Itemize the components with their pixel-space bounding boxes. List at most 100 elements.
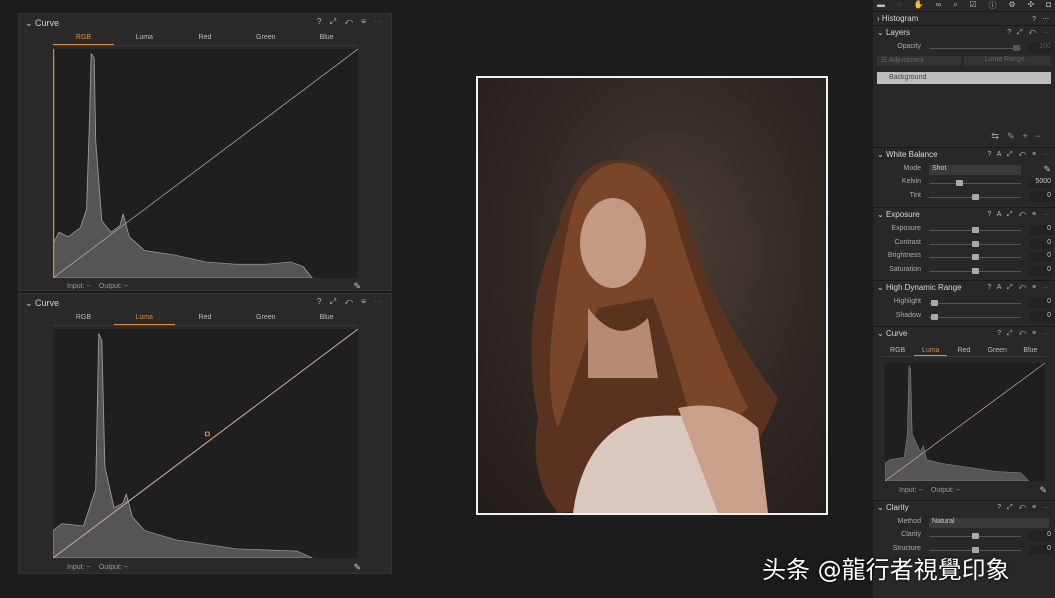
panel-title[interactable]: ⌄ Curve xyxy=(25,18,59,29)
value-field[interactable]: 0 xyxy=(1029,191,1053,202)
tab-luma[interactable]: Luma xyxy=(114,34,175,45)
value-field[interactable]: 0 xyxy=(1029,531,1053,541)
slider-track[interactable] xyxy=(929,240,1021,247)
opacity-slider[interactable]: Opacity 100 xyxy=(873,42,1055,54)
slider-handle[interactable] xyxy=(930,300,938,306)
section-icons[interactable]: ? ⋯ xyxy=(1032,15,1051,23)
slider-track[interactable] xyxy=(929,533,1021,539)
tab-luma[interactable]: Luma xyxy=(914,347,948,356)
input-output-readout: Input: -- Output: -- xyxy=(899,487,961,494)
adjustment-select[interactable]: ☰ Adjustment xyxy=(877,56,961,66)
check-icon[interactable]: ☑ xyxy=(969,0,976,10)
section-icons[interactable]: ? A ⤢ ↶ ≡ ⋯ xyxy=(987,211,1051,219)
slider-handle[interactable] xyxy=(930,313,938,320)
value-field[interactable]: 0 xyxy=(1029,225,1053,235)
info-icon[interactable]: ⓘ xyxy=(989,0,997,10)
contrast-slider[interactable]: Contrast 0 xyxy=(873,238,1055,250)
gear-icon[interactable]: ⚙ xyxy=(1008,0,1015,10)
eyedropper-icon[interactable]: ✎ xyxy=(353,562,361,573)
slider-handle[interactable] xyxy=(972,193,979,200)
layer-actions[interactable]: ⇆✎+− xyxy=(991,131,1049,142)
tab-rgb[interactable]: RGB xyxy=(53,34,114,45)
tab-rgb[interactable]: RGB xyxy=(881,347,914,356)
slider-track[interactable] xyxy=(929,227,1021,233)
slider-track[interactable] xyxy=(929,313,1021,320)
section-header[interactable]: ⌄ High Dynamic Range xyxy=(877,283,962,292)
slider-handle[interactable] xyxy=(972,267,979,274)
lens-icon[interactable]: ∞ xyxy=(935,0,941,10)
tab-green[interactable]: Green xyxy=(235,314,296,325)
value-field[interactable]: 0 xyxy=(1029,544,1053,555)
photo-viewer[interactable] xyxy=(476,76,828,515)
slider-track[interactable] xyxy=(929,267,1021,274)
slider-handle[interactable] xyxy=(972,240,979,247)
tint-slider[interactable]: Tint 0 xyxy=(873,191,1055,203)
color-icon[interactable]: ✋ xyxy=(914,0,924,10)
luma-range-button[interactable]: Luma Range... xyxy=(964,56,1051,66)
slider-handle[interactable] xyxy=(972,533,979,539)
curve-graph[interactable] xyxy=(53,329,358,558)
slider-track[interactable] xyxy=(929,180,1021,186)
tab-rgb[interactable]: RGB xyxy=(53,314,114,325)
tab-green[interactable]: Green xyxy=(981,347,1014,356)
slider-track[interactable] xyxy=(929,193,1021,200)
value-field[interactable]: 0 xyxy=(1029,311,1053,322)
tab-blue[interactable]: Blue xyxy=(296,34,357,45)
tab-green[interactable]: Green xyxy=(235,34,296,45)
section-icons[interactable]: ? A ⤢ ↶ ≡ ⋯ xyxy=(987,151,1051,159)
hdr-section: ⌄ High Dynamic Range ? A ⤢ ↶ ≡ ⋯ Highlig… xyxy=(873,280,1055,326)
eyedropper-icon[interactable]: ✎ xyxy=(353,281,361,292)
value-field[interactable]: 0 xyxy=(1029,298,1053,308)
tab-luma[interactable]: Luma xyxy=(113,314,175,325)
slider-track[interactable] xyxy=(929,300,1021,306)
value-field[interactable]: 5000 xyxy=(1029,178,1053,188)
section-icons[interactable]: ? A ⤢ ↶ ≡ ⋯ xyxy=(987,284,1051,292)
highlight-slider[interactable]: Highlight 0 xyxy=(873,297,1055,309)
tab-blue[interactable]: Blue xyxy=(1014,347,1047,356)
panel-tool-icons[interactable]: ? ⤢ ↶ ≡ ⋯ xyxy=(317,17,385,27)
brightness-slider[interactable]: Brightness 0 xyxy=(873,251,1055,263)
tab-red[interactable]: Red xyxy=(947,347,980,356)
eyedropper-icon[interactable]: ✎ xyxy=(1043,164,1051,175)
slider-handle[interactable] xyxy=(972,227,979,233)
section-icons[interactable]: ? ⤢ ↶ ≡ ⋯ xyxy=(997,330,1051,338)
slider-handle[interactable] xyxy=(956,180,964,186)
curve-section: ⌄ Curve ? ⤢ ↶ ≡ ⋯ RGB Luma Red Green Blu… xyxy=(873,326,1055,500)
section-header[interactable]: ⌄ Exposure xyxy=(877,210,920,219)
layer-item-background[interactable]: Background xyxy=(877,72,1051,84)
section-icons[interactable]: ? ⤢ ↶ ≡ ⋯ xyxy=(997,504,1051,512)
value-field[interactable]: 0 xyxy=(1029,265,1053,276)
saturation-slider[interactable]: Saturation 0 xyxy=(873,265,1055,277)
curve-graph[interactable] xyxy=(53,49,358,278)
section-header[interactable]: ⌄ Curve xyxy=(877,329,907,338)
section-header[interactable]: ⌄ Layers xyxy=(877,28,910,37)
histogram-section: › Histogram ? ⋯ xyxy=(873,11,1055,25)
panel-title[interactable]: ⌄ Curve xyxy=(25,298,59,309)
value-field[interactable]: 0 xyxy=(1029,238,1053,249)
section-header[interactable]: ⌄ White Balance xyxy=(877,150,938,159)
folder-icon[interactable]: ▬ xyxy=(877,0,885,10)
method-select[interactable]: Method Natural xyxy=(873,517,1055,529)
exposure-slider[interactable]: Exposure 0 xyxy=(873,224,1055,236)
camera-icon[interactable]: ◘ xyxy=(1046,0,1051,10)
clarity-slider[interactable]: Clarity 0 xyxy=(873,530,1055,542)
adjust-icon[interactable]: ✣ xyxy=(1028,0,1035,10)
shadow-slider[interactable]: Shadow 0 xyxy=(873,311,1055,323)
tab-red[interactable]: Red xyxy=(175,34,236,45)
kelvin-slider[interactable]: Kelvin 5000 xyxy=(873,177,1055,189)
slider-track[interactable] xyxy=(929,254,1021,260)
slider-handle[interactable] xyxy=(972,254,979,260)
section-icons[interactable]: ? ⤢ ↶ ⋯ xyxy=(1007,29,1051,37)
mode-select[interactable]: Mode Shot ✎ xyxy=(873,164,1055,176)
section-header[interactable]: › Histogram xyxy=(877,14,918,23)
capture-icon[interactable]: ◌ xyxy=(897,0,902,10)
section-header[interactable]: ⌄ Clarity xyxy=(877,503,909,512)
value-field[interactable]: 0 xyxy=(1029,252,1053,262)
tab-red[interactable]: Red xyxy=(175,314,236,325)
slider-label: Brightness xyxy=(887,252,921,259)
search-icon[interactable]: ⌕ xyxy=(953,0,957,10)
panel-tool-icons[interactable]: ? ⤢ ↶ ≡ ⋯ xyxy=(317,297,385,307)
tab-blue[interactable]: Blue xyxy=(296,314,357,325)
curve-graph[interactable] xyxy=(885,363,1045,481)
eyedropper-icon[interactable]: ✎ xyxy=(1039,485,1047,496)
